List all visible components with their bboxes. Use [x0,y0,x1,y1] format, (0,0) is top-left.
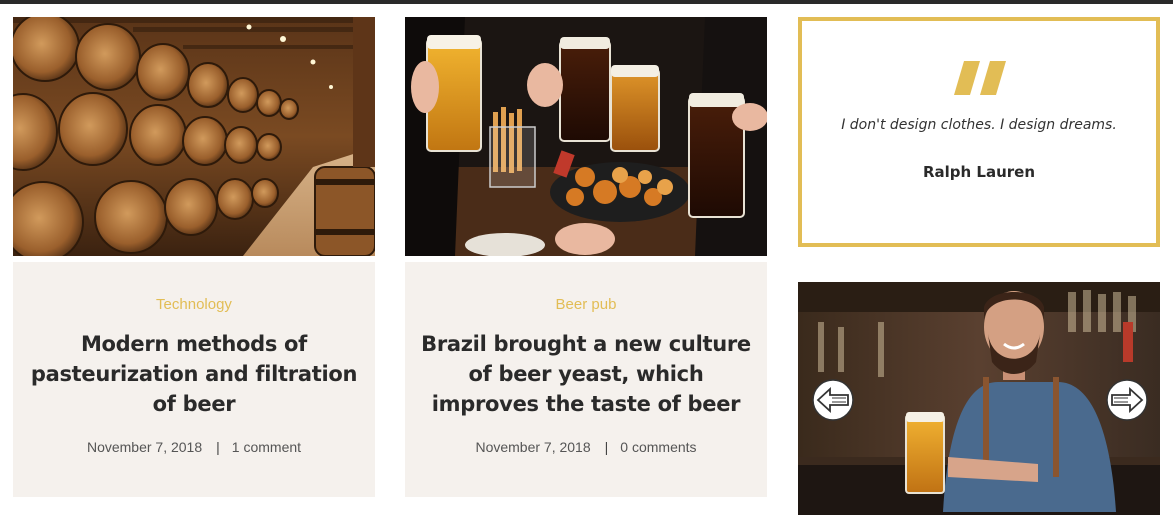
slider-next-button[interactable] [1106,379,1148,421]
post-comments-link[interactable]: 1 comment [232,439,301,455]
quote-icon [954,61,1006,95]
post-date: November 7, 2018 [86,439,203,455]
post-image-beer-pub[interactable] [405,17,767,256]
image-slider [798,282,1160,515]
post-content: Technology Modern methods of pasteurizat… [13,262,375,497]
blog-post-card: Beer pub Brazil brought a new culture of… [405,17,767,497]
post-content: Beer pub Brazil brought a new culture of… [405,262,767,497]
quote-author: Ralph Lauren [922,163,1036,181]
post-title[interactable]: Brazil brought a new culture of beer yea… [421,329,751,419]
quote-text: I don't design clothes. I design dreams. [841,117,1117,133]
post-comments-link[interactable]: 0 comments [620,439,696,455]
meta-separator: | [216,439,220,455]
post-category-link[interactable]: Beer pub [556,296,617,313]
post-title[interactable]: Modern methods of pasteurization and fil… [29,329,359,419]
top-divider-bar [0,0,1173,4]
blog-post-card: Technology Modern methods of pasteurizat… [13,17,375,497]
meta-separator: | [604,439,609,455]
post-image-barrels[interactable] [13,17,375,256]
beer-barrels-illustration [13,17,375,256]
slider-prev-button[interactable] [812,379,854,421]
beer-glasses-snacks-illustration [405,17,767,256]
post-category-link[interactable]: Technology [156,296,232,313]
post-meta: November 7, 2018 | 0 comments [405,439,767,455]
quote-widget: I don't design clothes. I design dreams.… [798,17,1160,247]
post-meta: November 7, 2018 | 1 comment [13,439,375,455]
post-date: November 7, 2018 [475,439,591,455]
